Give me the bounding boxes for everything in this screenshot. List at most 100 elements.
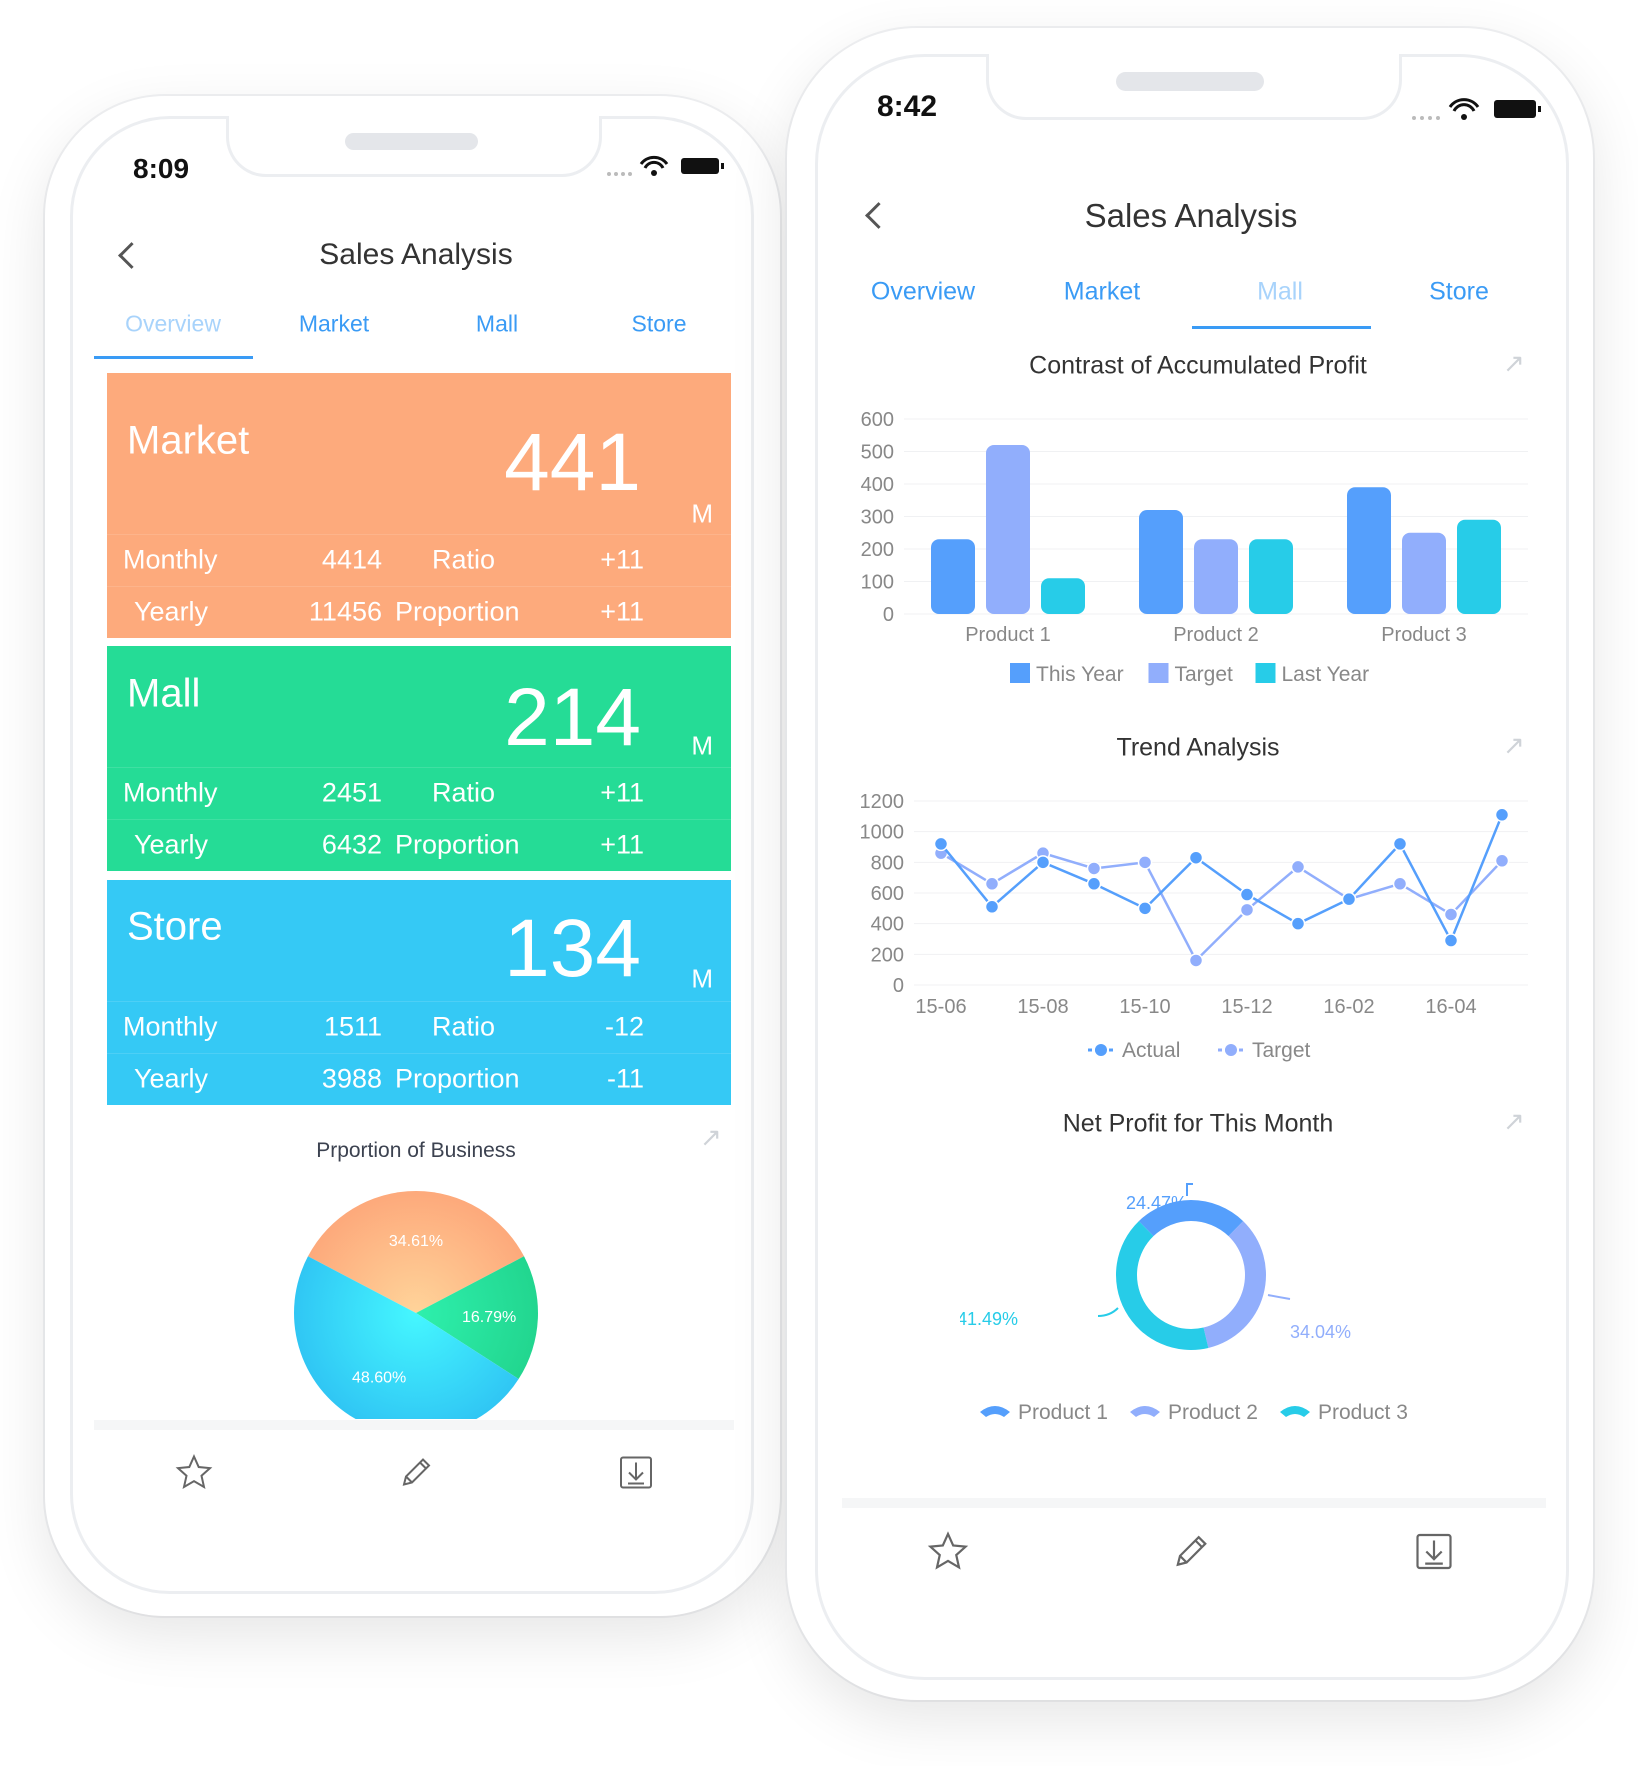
row-value2: +11 (600, 544, 644, 575)
legend-swatch (1148, 663, 1169, 683)
series-line-target (940, 851, 1503, 963)
left-speaker (345, 133, 478, 150)
legend-label[interactable]: Last Year (1282, 663, 1370, 686)
row-label: Monthly (123, 1011, 218, 1042)
data-point[interactable] (1035, 855, 1051, 870)
pie-title: Prportion of Business (316, 1139, 516, 1162)
row-label2: Ratio (432, 544, 496, 575)
bar-chart-title: Contrast of Accumulated Profit (1029, 351, 1367, 380)
data-point[interactable] (1443, 933, 1459, 948)
legend-label[interactable]: This Year (1036, 663, 1124, 686)
bar[interactable] (986, 445, 1030, 614)
download-icon[interactable] (616, 1453, 656, 1498)
data-point[interactable] (1494, 853, 1510, 869)
row-divider (107, 819, 731, 820)
bar[interactable] (1139, 510, 1183, 614)
y-tick-label: 500 (861, 442, 894, 464)
x-tick-label: Product 3 (1381, 624, 1467, 646)
tab-overview[interactable]: Overview (871, 278, 975, 307)
data-point[interactable] (1239, 902, 1255, 918)
legend-label[interactable]: Target (1175, 663, 1234, 686)
data-point[interactable] (984, 876, 1000, 892)
active-tab-indicator (1192, 326, 1371, 329)
donut-slice[interactable] (1116, 1221, 1209, 1350)
data-point[interactable] (1188, 850, 1204, 865)
leader-line (1186, 1183, 1193, 1196)
legend-label[interactable]: Target (1252, 1039, 1311, 1062)
row-divider (107, 1001, 731, 1002)
row-label2: Ratio (432, 1011, 496, 1042)
bar[interactable] (931, 539, 975, 614)
expand-icon[interactable]: ↗ (1503, 730, 1525, 761)
data-point[interactable] (1494, 807, 1510, 823)
data-point[interactable] (1290, 916, 1306, 931)
card-unit: M (691, 498, 713, 529)
expand-icon[interactable]: ↗ (1503, 348, 1525, 379)
summary-card-market[interactable]: Market 441 M Monthly 4414 Ratio +11 Yearl… (107, 373, 731, 638)
legend-label[interactable]: Actual (1122, 1039, 1180, 1062)
pie-label: 16.79% (462, 1309, 516, 1326)
tab-market[interactable]: Market (299, 311, 369, 338)
right-speaker (1116, 72, 1264, 91)
download-icon[interactable] (1412, 1530, 1456, 1579)
bar[interactable] (1457, 519, 1501, 614)
data-point[interactable] (1137, 901, 1153, 916)
tab-overview[interactable]: Overview (125, 311, 221, 338)
data-point[interactable] (1443, 907, 1459, 922)
legend-swatch (1010, 663, 1030, 683)
data-point[interactable] (933, 836, 949, 852)
row-value2: +11 (600, 596, 644, 627)
bar[interactable] (1347, 487, 1391, 614)
tab-mall[interactable]: Mall (476, 311, 518, 338)
data-point[interactable] (984, 899, 1000, 915)
x-tick-label: Product 1 (965, 624, 1051, 646)
legend-label[interactable]: Product 1 (1018, 1401, 1108, 1424)
status-icons (605, 154, 729, 187)
summary-card-mall[interactable]: Mall 214 M Monthly 2451 Ratio +11 Yearly … (107, 646, 731, 871)
summary-card-store[interactable]: Store 134 M Monthly 1511 Ratio -12 Yearly… (107, 880, 731, 1105)
legend-label[interactable]: Product 3 (1318, 1401, 1408, 1424)
row-label2: Proportion (395, 596, 520, 627)
tab-store[interactable]: Store (632, 311, 687, 338)
data-point[interactable] (1239, 887, 1255, 902)
star-icon[interactable] (926, 1530, 970, 1579)
data-point[interactable] (1188, 953, 1204, 968)
tab-mall[interactable]: Mall (1257, 278, 1303, 307)
expand-icon[interactable]: ↗ (700, 1122, 722, 1153)
tab-market[interactable]: Market (1064, 278, 1140, 307)
data-point[interactable] (1137, 855, 1153, 870)
toolbar-divider (842, 1498, 1546, 1508)
expand-icon[interactable]: ↗ (1503, 1106, 1525, 1137)
data-point[interactable] (1341, 891, 1357, 907)
pencil-icon[interactable] (1169, 1530, 1213, 1579)
signal-wifi-battery-icon (1412, 98, 1541, 120)
donut-label: 34.04% (1290, 1322, 1351, 1342)
row-value2: -11 (606, 1063, 644, 1094)
row-label: Monthly (123, 544, 218, 575)
row-value: 2451 (321, 777, 382, 808)
active-tab-indicator (94, 356, 253, 359)
star-icon[interactable] (174, 1453, 214, 1498)
data-point[interactable] (1392, 836, 1408, 852)
bar[interactable] (1041, 578, 1085, 614)
bar[interactable] (1402, 532, 1446, 614)
legend-marker (1280, 1406, 1310, 1417)
data-point[interactable] (1290, 859, 1306, 875)
y-tick-label: 200 (871, 944, 904, 966)
legend-label[interactable]: Product 2 (1168, 1401, 1258, 1424)
bar[interactable] (1249, 539, 1293, 614)
card-unit: M (691, 730, 713, 761)
donut-slice[interactable] (1203, 1221, 1266, 1348)
y-tick-label: 1000 (860, 822, 905, 844)
bar[interactable] (1194, 539, 1238, 614)
pencil-icon[interactable] (396, 1453, 436, 1498)
status-icons (1410, 96, 1546, 131)
tab-store[interactable]: Store (1429, 278, 1489, 307)
data-point[interactable] (1392, 876, 1408, 892)
data-point[interactable] (1086, 876, 1102, 892)
donut-label: 24.47% (1126, 1193, 1187, 1213)
data-point[interactable] (1086, 861, 1102, 876)
page-title: Sales Analysis (1084, 197, 1298, 234)
line-chart-title: Trend Analysis (1116, 733, 1280, 762)
row-value2: +11 (600, 777, 644, 808)
